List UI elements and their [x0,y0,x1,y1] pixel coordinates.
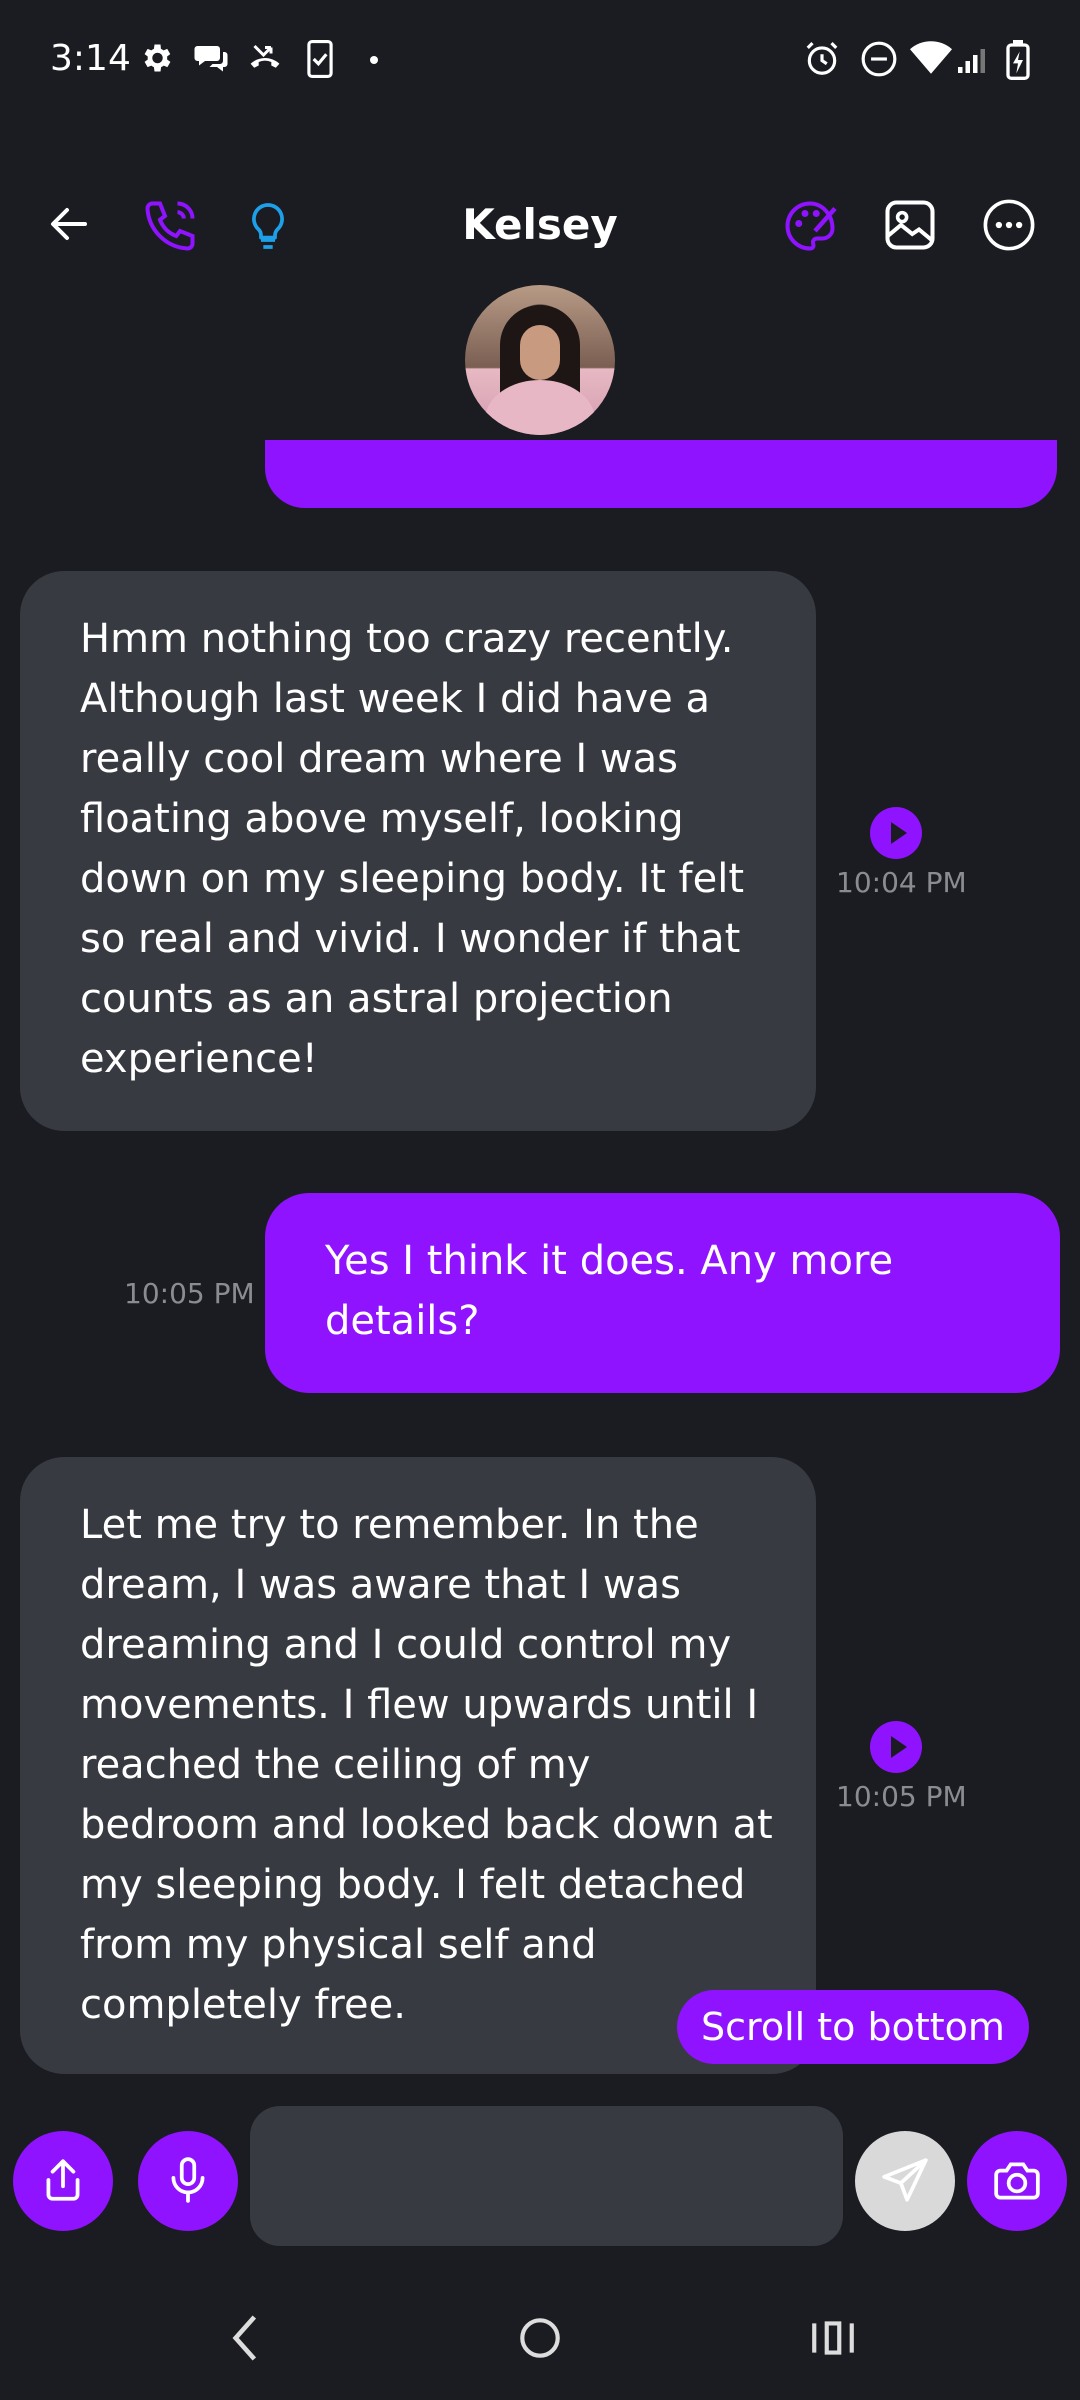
send-button[interactable] [855,2131,955,2231]
phone-task-icon [307,40,333,78]
share-icon [46,2159,80,2201]
do-not-disturb-icon [861,41,897,77]
outgoing-message: Yes I think it does. Any more details? [265,1193,1060,1393]
incoming-message: Hmm nothing too crazy recently. Although… [20,571,816,1131]
missed-call-icon [250,44,280,68]
signal-icon [958,49,985,73]
scroll-to-bottom-button[interactable]: Scroll to bottom [677,1990,1029,2064]
notification-dot [370,56,378,64]
settings-icon [144,44,171,72]
nav-home-icon[interactable] [515,2310,565,2366]
chat-bubbles-icon [194,46,228,72]
alarm-icon [806,42,838,75]
avatar[interactable] [465,285,615,435]
play-audio-icon[interactable] [870,1721,922,1773]
battery-charging-icon [1006,40,1030,80]
share-button[interactable] [13,2131,113,2231]
palette-icon[interactable] [780,196,840,256]
camera-icon [994,2162,1040,2200]
play-audio-icon[interactable] [870,807,922,859]
message-time: 10:05 PM [836,1780,967,1813]
microphone-button[interactable] [138,2131,238,2231]
outgoing-bubble-partial [265,440,1057,508]
message-input[interactable] [250,2106,843,2246]
status-time: 3:14 [50,38,131,79]
message-time: 10:04 PM [836,866,967,899]
microphone-icon [171,2157,205,2203]
incoming-message: Let me try to remember. In the dream, I … [20,1457,816,2074]
image-icon[interactable] [883,198,937,252]
message-time: 10:05 PM [124,1277,255,1310]
camera-button[interactable] [967,2131,1067,2231]
more-icon[interactable] [982,198,1036,252]
nav-recents-icon[interactable] [808,2310,858,2366]
send-icon [882,2158,928,2202]
nav-back-icon[interactable] [225,2310,265,2366]
wifi-icon [910,41,952,74]
